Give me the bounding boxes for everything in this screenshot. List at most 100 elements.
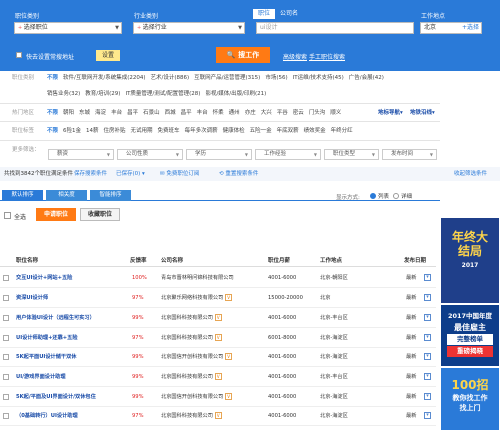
- reset-link[interactable]: ⟲ 重置搜索条件: [219, 167, 258, 181]
- company-link[interactable]: 北京国信开创科技有限公司 V: [161, 391, 233, 403]
- filter-option[interactable]: 丰台: [111, 110, 122, 116]
- job-title-link[interactable]: 交互UI设计+网站+五险: [16, 272, 72, 284]
- job-title-link[interactable]: 5K起/平面及UI界面设计/双休包住: [16, 391, 96, 403]
- filter-option[interactable]: 广告/会展(42): [349, 75, 384, 81]
- row-checkbox[interactable]: [3, 413, 9, 419]
- company-link[interactable]: 北京国科科技有限公司 V: [161, 332, 222, 344]
- filter-option[interactable]: 艺术/设计(886): [151, 75, 190, 81]
- filter-option[interactable]: 石景山: [143, 110, 160, 116]
- filter-option[interactable]: 东城: [79, 110, 90, 116]
- filter-option[interactable]: IT质量管理/测试/配置管理(28): [125, 91, 200, 97]
- filter-option[interactable]: 顺义: [330, 110, 341, 116]
- advanced-search-link[interactable]: 高级搜索: [283, 52, 307, 61]
- job-title-link[interactable]: UI/游戏界面设计助理: [16, 371, 66, 383]
- education-dropdown[interactable]: 学历 ▼: [186, 149, 252, 160]
- row-checkbox[interactable]: [3, 335, 9, 341]
- expand-icon[interactable]: ▾: [424, 314, 431, 321]
- search-button[interactable]: 🔍 搜工作: [216, 47, 270, 63]
- job-type-dropdown[interactable]: 职位类型 ▼: [324, 149, 379, 160]
- filter-option[interactable]: 免费班车: [158, 128, 180, 134]
- filter-option[interactable]: 西城: [165, 110, 176, 116]
- ad-banner-employer[interactable]: 2017中国年度 最佳雇主 完整榜单 重磅揭晓: [441, 305, 499, 366]
- filter-option[interactable]: 通州: [229, 110, 240, 116]
- filter-option[interactable]: 绩效奖金: [304, 128, 326, 134]
- filter-option[interactable]: 昌平: [181, 110, 192, 116]
- subscribe-link[interactable]: ✉ 免费职位订阅: [160, 167, 199, 181]
- filter-option[interactable]: 销售业务(32): [47, 91, 80, 97]
- experience-dropdown[interactable]: 工作经验 ▼: [255, 149, 321, 160]
- filter-option[interactable]: 软件/互联网开发/系统集成(2204): [63, 75, 146, 81]
- job-title-link[interactable]: UI设计师助理+还靠+五险: [16, 332, 78, 344]
- job-title-link[interactable]: 用户体验UI设计（远程生可实习）: [16, 312, 95, 324]
- expand-icon[interactable]: ▾: [424, 393, 431, 400]
- expand-icon[interactable]: ▾: [424, 334, 431, 341]
- job-title-link[interactable]: 资深UI设计师: [16, 292, 48, 304]
- location-select[interactable]: 北京 +选择: [420, 22, 482, 34]
- filter-option[interactable]: IT运维/技术支持(45): [293, 75, 344, 81]
- filter-option[interactable]: 朝阳: [63, 110, 74, 116]
- expand-icon[interactable]: ▾: [424, 353, 431, 360]
- company-link[interactable]: 北京国信开创科技有限公司 V: [161, 351, 233, 363]
- publish-time-dropdown[interactable]: 发布时间 ▼: [382, 149, 437, 160]
- filter-option[interactable]: 影视/媒体/出版/印刷(21): [205, 91, 266, 97]
- tab-smart-sort[interactable]: 智能排序: [90, 190, 131, 201]
- job-category-select[interactable]: + 选择职位 ▼: [14, 22, 122, 34]
- expand-icon[interactable]: ▾: [424, 294, 431, 301]
- filter-option[interactable]: 每年多次调薪: [185, 128, 218, 134]
- company-link[interactable]: 北京国科科技有限公司 V: [161, 371, 222, 383]
- row-checkbox[interactable]: [3, 394, 9, 400]
- filter-option[interactable]: 无试用期: [131, 128, 153, 134]
- filter-all[interactable]: 不限: [47, 110, 58, 116]
- filter-option[interactable]: 怀柔: [213, 110, 224, 116]
- filter-option[interactable]: 互联网产品/运营管理(315): [194, 75, 260, 81]
- filter-option[interactable]: 年终分红: [331, 128, 353, 134]
- filter-option[interactable]: 密云: [293, 110, 304, 116]
- save-search-link[interactable]: 保存搜索条件: [74, 167, 107, 181]
- tab-relevance[interactable]: 相关度: [46, 190, 87, 201]
- filter-option[interactable]: 亦庄: [245, 110, 256, 116]
- row-checkbox[interactable]: [3, 295, 9, 301]
- expand-icon[interactable]: ▾: [424, 373, 431, 380]
- tab-company[interactable]: 公司名: [275, 9, 303, 19]
- tab-job[interactable]: 职位: [253, 9, 276, 19]
- filter-option[interactable]: 门头沟: [309, 110, 326, 116]
- filter-all[interactable]: 不限: [47, 128, 58, 134]
- row-checkbox[interactable]: [3, 354, 9, 360]
- apply-button[interactable]: 申请职位: [36, 208, 76, 221]
- subscribe-search-link[interactable]: 手工职位搜索: [309, 52, 345, 61]
- salary-dropdown[interactable]: 薪资 ▼: [48, 149, 114, 160]
- list-view-radio[interactable]: [370, 193, 376, 199]
- filter-option[interactable]: 年底双薪: [277, 128, 299, 134]
- company-link[interactable]: 北京国科科技有限公司 V: [161, 312, 222, 324]
- filter-all[interactable]: 不限: [47, 75, 58, 81]
- detail-view-radio[interactable]: [393, 193, 399, 199]
- filter-option[interactable]: 教育/培训(29): [85, 91, 120, 97]
- expand-icon[interactable]: ▾: [424, 274, 431, 281]
- tab-default-sort[interactable]: 默认排序: [2, 190, 43, 201]
- job-title-link[interactable]: （0基础转行）UI设计助理: [16, 410, 78, 422]
- company-link[interactable]: 北京国科科技有限公司 V: [161, 410, 222, 422]
- filter-option[interactable]: 大兴: [261, 110, 272, 116]
- subway-link[interactable]: 地铁沿线▾: [410, 107, 435, 120]
- filter-option[interactable]: 6险1金: [63, 128, 81, 134]
- row-checkbox[interactable]: [3, 374, 9, 380]
- industry-select[interactable]: + 选择行业 ▼: [133, 22, 245, 34]
- job-title-link[interactable]: 5K起平面UI设计储干双休: [16, 351, 76, 363]
- filter-option[interactable]: 健康体检: [223, 128, 245, 134]
- filter-option[interactable]: 市场(56): [265, 75, 287, 81]
- filter-option[interactable]: 五险一金: [250, 128, 272, 134]
- ad-banner-tips[interactable]: 100招 教你找工作 找上门: [441, 368, 499, 430]
- row-checkbox[interactable]: [3, 275, 9, 281]
- saved-searches[interactable]: 已保存(0) ▾: [116, 167, 145, 181]
- select-all-checkbox[interactable]: [4, 212, 11, 219]
- company-link[interactable]: 北京聚乐网络科技有限公司 V: [161, 292, 233, 304]
- filter-option[interactable]: 住房补贴: [104, 128, 126, 134]
- company-link[interactable]: 青岛市晋林明问锦科技有限公司: [161, 272, 234, 284]
- filter-option[interactable]: 昌平: [127, 110, 138, 116]
- landmark-nav-link[interactable]: 地标导航▾: [378, 107, 403, 120]
- filter-option[interactable]: 丰台: [197, 110, 208, 116]
- favorite-button[interactable]: 收藏职位: [80, 208, 120, 221]
- expand-icon[interactable]: ▾: [424, 412, 431, 419]
- settings-button[interactable]: 设置: [96, 50, 120, 61]
- collapse-filters-link[interactable]: 收起筛选条件: [454, 167, 487, 181]
